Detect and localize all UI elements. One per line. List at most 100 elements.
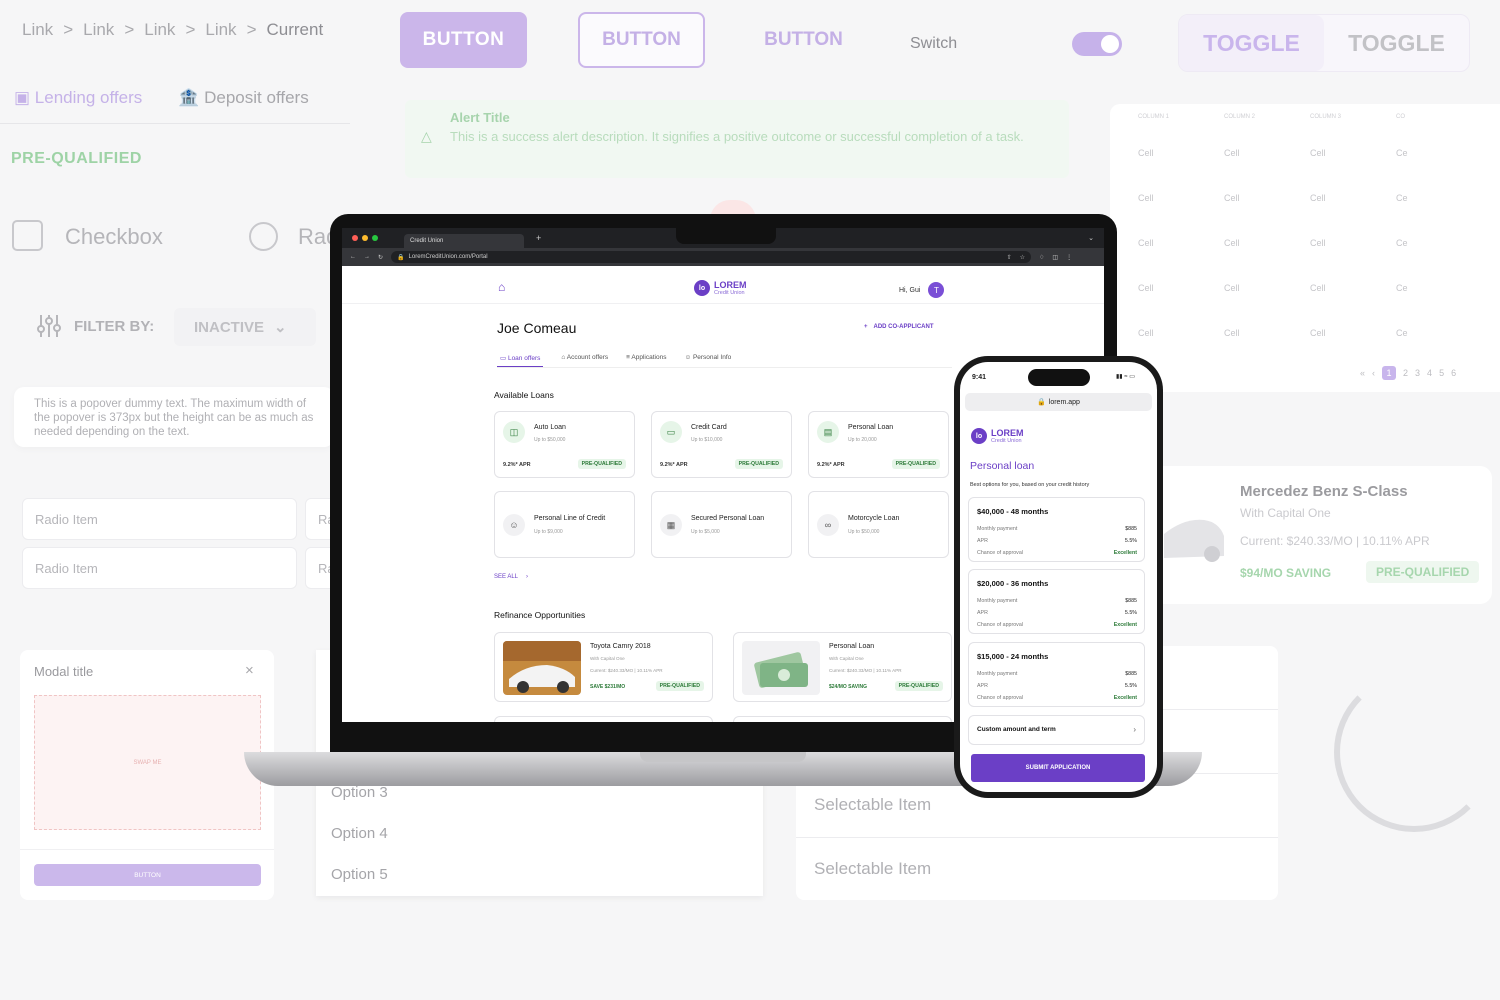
sidebar-icon[interactable]: ◫ [1052,254,1058,261]
breadcrumb-link[interactable]: Link [22,20,53,40]
phone-url: lorem.app [1048,398,1080,406]
loan-option-card[interactable]: $20,000 - 36 months Monthly payment $885 … [968,569,1145,634]
close-window-icon[interactable] [352,235,358,241]
filled-button[interactable]: BUTTON [400,12,527,68]
table-row: Cell Cell Cell Ce [1110,175,1500,220]
loan-card-personal[interactable]: ▤ Personal Loan Up to 20,000 9.2%* APR P… [808,411,949,478]
phone-title: Personal loan [970,460,1035,472]
star-icon[interactable]: ☆ [1020,254,1025,261]
page-button[interactable]: 5 [1439,368,1444,378]
page-title: Joe Comeau [497,320,577,336]
see-all-link[interactable]: SEE ALL › [494,574,528,580]
modal-button[interactable]: BUTTON [34,864,261,886]
back-arrow-icon[interactable]: ← [350,254,356,260]
minimize-window-icon[interactable] [362,235,368,241]
tab-account-offers[interactable]: ⌂ Account offers [561,354,608,367]
loan-card-motorcycle[interactable]: ∞ Motorcycle Loan Up to $50,000 [808,491,949,558]
table-cell: Ce [1396,147,1408,158]
selectable-item[interactable]: Selectable Item [796,837,1278,900]
outlined-button[interactable]: BUTTON [578,12,705,68]
reload-icon[interactable]: ↻ [378,254,383,261]
breadcrumb-link[interactable]: Link [144,20,175,40]
page-button[interactable]: 3 [1415,368,1420,378]
phone-address-bar[interactable]: 🔒 lorem.app [965,393,1152,411]
refinance-card-partial[interactable] [494,716,713,722]
loan-card-secured[interactable]: ▦ Secured Personal Loan Up to $5,000 [651,491,792,558]
table-row: Cell Cell Cell Ce [1110,130,1500,175]
loan-name: Motorcycle Loan [848,515,900,522]
loan-card-auto[interactable]: ◫ Auto Loan Up to $50,000 9.2%* APR PRE-… [494,411,635,478]
switch-toggle[interactable] [1072,32,1122,56]
toggle-option-1[interactable]: TOGGLE [1179,15,1324,71]
page-button[interactable]: 2 [1403,368,1408,378]
home-icon[interactable]: ⌂ [498,280,505,294]
loan-limit: Up to $9,000 [534,529,563,535]
custom-amount-button[interactable]: Custom amount and term › [968,715,1145,745]
double-chevron-left-icon[interactable]: « [1360,368,1365,378]
browser-tab[interactable]: Credit Union [404,234,524,248]
tab-lending-offers[interactable]: ▣ Lending offers [14,88,142,123]
table-cell: Cell [1138,192,1154,203]
person-icon: ☺ [503,514,525,536]
chevron-down-icon[interactable]: ⌄ [1088,234,1094,242]
page-button[interactable]: 1 [1382,366,1397,380]
text-button[interactable]: BUTTON [740,12,867,68]
radio-item[interactable]: Radio Item [22,498,297,540]
forward-arrow-icon[interactable]: → [364,254,370,260]
breadcrumb-link[interactable]: Link [83,20,114,40]
refinance-car-card[interactable]: Mercedez Benz S-Class With Capital One C… [1150,466,1492,604]
maximize-window-icon[interactable] [372,235,378,241]
payment-row: Monthly payment $885 [977,598,1137,604]
address-bar[interactable]: 🔒 LoremCreditUnion.com/Portal ⇧ ☆ [391,251,1032,263]
table-cell: Cell [1224,147,1240,158]
tab-applications[interactable]: ≡ Applications [626,354,666,367]
phone-screen: 9:41 ▮▮ ≈ ▭ 🔒 lorem.app lo LOREM Credit Un… [960,362,1157,792]
checkbox[interactable] [12,220,43,251]
extensions-icon[interactable]: ♢ [1039,254,1044,261]
tab-loan-offers[interactable]: ▭ Loan offers [497,354,544,367]
loan-option-card[interactable]: $40,000 - 48 months Monthly payment $885 … [968,497,1145,562]
option-heading: $15,000 - 24 months [977,652,1049,661]
refinance-card-partial[interactable] [733,716,952,722]
filter-value: INACTIVE [194,318,265,336]
toggle-group: TOGGLE TOGGLE [1178,14,1470,72]
loan-name: Personal Line of Credit [534,515,606,522]
logo-text: LOREM [714,279,747,290]
breadcrumb-link[interactable]: Link [205,20,236,40]
loan-card-line-of-credit[interactable]: ☺ Personal Line of Credit Up to $9,000 [494,491,635,558]
radio-item[interactable]: Radio Item [22,547,297,589]
user-menu[interactable]: Hi, Gui T [899,282,945,298]
tab-personal-info[interactable]: ☺ Personal Info [684,354,731,367]
share-icon[interactable]: ⇧ [1007,254,1012,261]
option-item[interactable]: Option 3 [331,784,388,801]
refi-saving: $24/MO SAVING [829,684,867,690]
logo[interactable]: lo LOREM Credit Union [694,280,747,296]
refinance-card[interactable]: Toyota Camry 2018 With Capital One Curre… [494,632,713,702]
car-title: Mercedez Benz S-Class [1240,483,1408,500]
loan-card-credit[interactable]: ▭ Credit Card Up to $10,000 9.2%* APR PR… [651,411,792,478]
close-icon[interactable]: × [245,662,254,679]
submit-application-button[interactable]: SUBMIT APPLICATION [971,754,1145,782]
car-prequalified: PRE-QUALIFIED [1366,561,1480,583]
page-button[interactable]: 4 [1427,368,1432,378]
loan-limit: Up to $10,000 [691,437,723,443]
chevron-left-icon[interactable]: ‹ [1372,368,1375,378]
refi-title: Personal Loan [829,643,875,650]
refi-title: Toyota Camry 2018 [590,643,651,650]
toggle-option-2[interactable]: TOGGLE [1324,15,1469,71]
new-tab-icon[interactable]: + [536,233,541,243]
switch-label: Switch [910,35,958,52]
car-current: Current: $240.33/MO | 10.11% APR [1240,534,1430,548]
menu-icon[interactable]: ⋮ [1066,254,1072,261]
loan-option-card[interactable]: $15,000 - 24 months Monthly payment $885 … [968,642,1145,707]
add-coapplicant-button[interactable]: + ADD CO-APPLICANT [864,324,934,330]
option-item[interactable]: Option 5 [331,866,388,883]
page-button[interactable]: 6 [1451,368,1456,378]
tab-deposit-offers[interactable]: 🏦 Deposit offers [178,88,308,123]
prequalified-badge: PRE-QUALIFIED [655,681,704,691]
filter-dropdown[interactable]: INACTIVE ⌄ [174,308,316,346]
switch-knob [1101,35,1119,53]
radio-button[interactable] [249,222,278,251]
option-item[interactable]: Option 4 [331,825,388,842]
refinance-card[interactable]: Personal Loan With Capital One Current: … [733,632,952,702]
